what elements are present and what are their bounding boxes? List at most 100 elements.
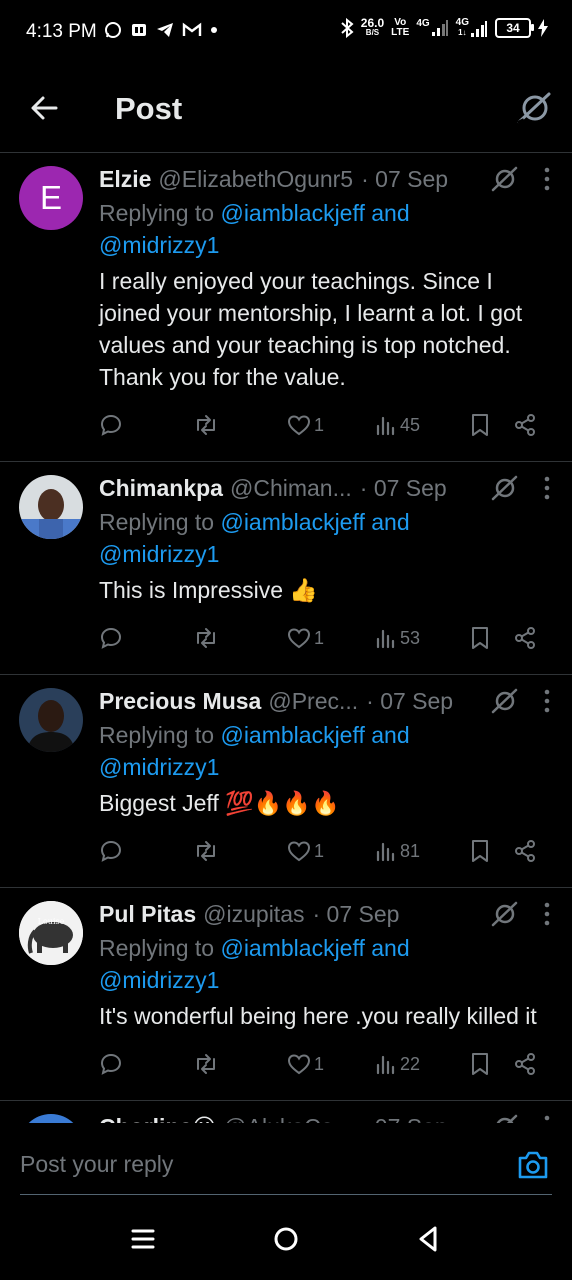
display-name[interactable]: Elzie	[99, 166, 151, 193]
elephant-avatar-image	[19, 901, 83, 965]
reply-button[interactable]	[99, 626, 193, 650]
bookmark-icon	[472, 840, 488, 862]
like-button[interactable]: 1	[287, 1053, 375, 1075]
post-text: I really enjoyed your teachings. Since I…	[99, 268, 523, 390]
views-icon	[376, 416, 395, 436]
user-handle[interactable]: @Prec...	[268, 688, 358, 715]
post-meta: Elzie @ElizabethOgunr5 · 07 Sep	[99, 163, 554, 195]
avatar[interactable]	[19, 1114, 83, 1123]
sim1-signal: 4G	[416, 19, 448, 37]
display-name[interactable]: Chorlins😃	[99, 1114, 216, 1124]
back-icon[interactable]	[413, 1224, 443, 1254]
recents-icon[interactable]	[128, 1224, 158, 1254]
mention-link[interactable]: @midrizzy1	[99, 232, 219, 258]
avatar[interactable]	[19, 475, 83, 539]
repost-icon	[197, 415, 215, 435]
more-options-icon[interactable]	[544, 167, 550, 191]
avatar-caption: Louise	[37, 917, 65, 926]
user-handle[interactable]: @AlukoCo...	[223, 1114, 352, 1124]
bookmark-button[interactable]	[469, 839, 513, 863]
page-title: Post	[115, 91, 183, 126]
reply-composer[interactable]: Post your reply	[0, 1123, 572, 1195]
post-meta: Precious Musa @Prec... · 07 Sep	[99, 685, 554, 717]
like-icon	[287, 415, 311, 436]
views-button[interactable]: 22	[375, 1053, 469, 1075]
mention-link[interactable]: @iamblackjeff	[220, 935, 364, 961]
user-handle[interactable]: @Chiman...	[230, 475, 352, 502]
reply-button[interactable]	[99, 413, 193, 437]
post-actions: 1 81	[99, 831, 554, 887]
reply-button[interactable]	[99, 839, 193, 863]
mention-link[interactable]: @midrizzy1	[99, 754, 219, 780]
sim2-signal: 4G 1↓	[456, 18, 488, 38]
home-icon[interactable]	[271, 1224, 301, 1254]
more-options-icon[interactable]	[544, 902, 550, 926]
mention-link[interactable]: @iamblackjeff	[220, 722, 364, 748]
bookmark-button[interactable]	[469, 626, 513, 650]
views-count: 81	[400, 840, 421, 861]
repost-button[interactable]	[193, 839, 287, 863]
repost-button[interactable]	[193, 1052, 287, 1076]
views-count: 45	[400, 414, 421, 435]
avatar[interactable]: E	[19, 166, 83, 230]
post-text: This is Impressive 👍	[99, 577, 319, 603]
avatar[interactable]	[19, 688, 83, 752]
mention-link[interactable]: @iamblackjeff	[220, 200, 364, 226]
more-options-icon[interactable]	[544, 476, 550, 500]
reply-input[interactable]: Post your reply	[20, 1151, 173, 1178]
grok-icon[interactable]	[490, 165, 518, 193]
post-meta: Pul Pitas @izupitas · 07 Sep	[99, 898, 554, 930]
bookmark-button[interactable]	[469, 1052, 513, 1076]
like-icon	[287, 841, 311, 862]
bookmark-button[interactable]	[469, 413, 513, 437]
camera-icon[interactable]	[516, 1149, 550, 1181]
reply-post[interactable]: Chimankpa @Chiman... · 07 Sep Replying t…	[0, 462, 572, 675]
share-button[interactable]	[513, 626, 537, 650]
post-date: · 07 Sep	[312, 900, 400, 927]
user-handle[interactable]: @izupitas	[203, 901, 304, 928]
reply-button[interactable]	[99, 1052, 193, 1076]
grok-icon[interactable]	[514, 90, 552, 126]
display-name[interactable]: Pul Pitas	[99, 901, 196, 928]
grok-icon[interactable]	[490, 1113, 518, 1123]
share-button[interactable]	[513, 1052, 537, 1076]
grok-icon[interactable]	[490, 474, 518, 502]
avatar[interactable]: Louise	[19, 901, 83, 965]
repost-button[interactable]	[193, 413, 287, 437]
like-count: 1	[314, 627, 325, 648]
reply-post[interactable]: Chorlins😃 @AlukoCo... · 07 Sep	[0, 1101, 572, 1123]
system-nav-bar	[0, 1196, 572, 1280]
post-date: · 07 Sep	[361, 1114, 448, 1124]
replying-to: Replying to @iamblackjeff and @midrizzy1	[99, 509, 410, 567]
display-name[interactable]: Precious Musa	[99, 688, 261, 715]
reply-post[interactable]: E Elzie @ElizabethOgunr5 · 07 Sep Replyi…	[0, 153, 572, 462]
like-button[interactable]: 1	[287, 840, 375, 862]
back-arrow-icon[interactable]	[28, 92, 60, 124]
repost-button[interactable]	[193, 626, 287, 650]
reply-post[interactable]: Precious Musa @Prec... · 07 Sep Replying…	[0, 675, 572, 888]
share-button[interactable]	[513, 413, 537, 437]
signal-icon	[431, 20, 448, 36]
grok-icon[interactable]	[490, 687, 518, 715]
post-text: It's wonderful being here .you really ki…	[99, 1003, 537, 1029]
views-button[interactable]: 53	[375, 627, 469, 649]
views-button[interactable]: 81	[375, 840, 469, 862]
bluetooth-icon	[341, 18, 354, 38]
display-name[interactable]: Chimankpa	[99, 475, 223, 502]
mention-link[interactable]: @iamblackjeff	[220, 509, 364, 535]
mention-link[interactable]: @midrizzy1	[99, 541, 219, 567]
replying-to: Replying to @iamblackjeff and @midrizzy1	[99, 200, 410, 258]
share-button[interactable]	[513, 839, 537, 863]
more-options-icon[interactable]	[544, 689, 550, 713]
like-count: 1	[314, 1053, 325, 1074]
status-bar: 4:13 PM 26.0 B/S Vo LTE 4G 4G 1↓ 34	[0, 0, 572, 64]
views-button[interactable]: 45	[375, 414, 469, 436]
grok-icon[interactable]	[490, 900, 518, 928]
user-handle[interactable]: @ElizabethOgunr5	[158, 166, 353, 193]
like-button[interactable]: 1	[287, 627, 375, 649]
like-button[interactable]: 1	[287, 414, 375, 436]
reply-icon	[100, 627, 122, 649]
more-options-icon[interactable]	[544, 1115, 550, 1123]
reply-post[interactable]: Louise Pul Pitas @izupitas · 07 Sep Repl…	[0, 888, 572, 1101]
mention-link[interactable]: @midrizzy1	[99, 967, 219, 993]
